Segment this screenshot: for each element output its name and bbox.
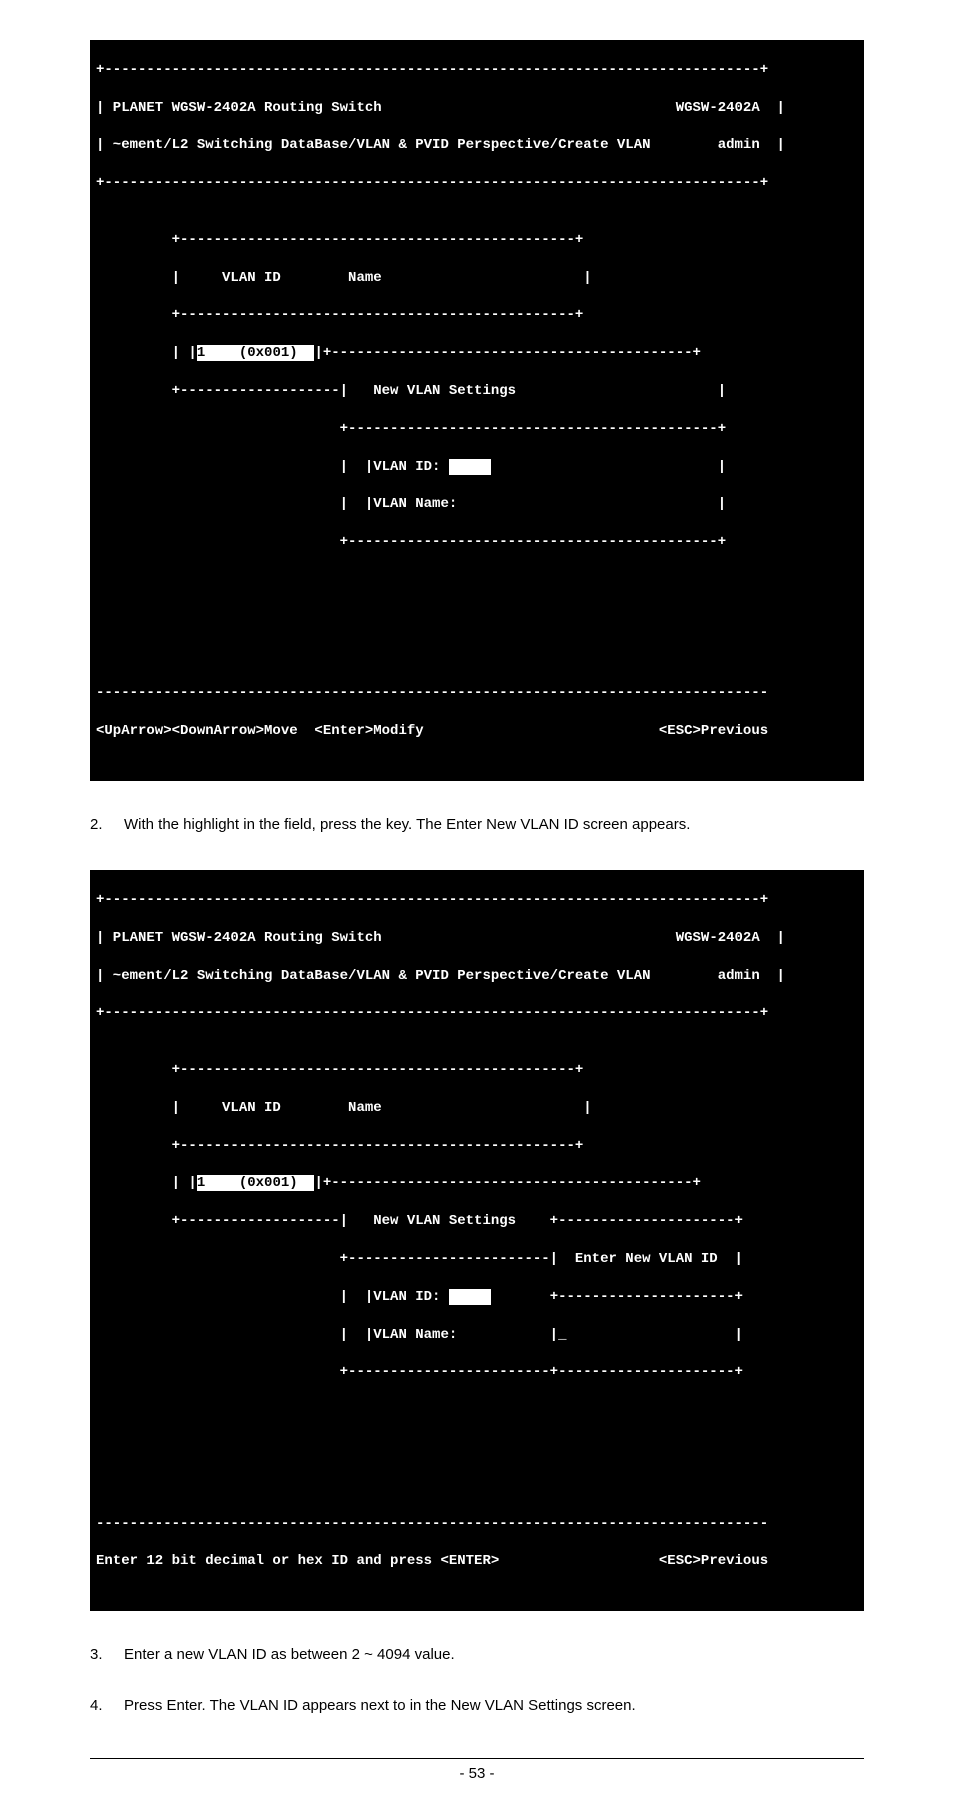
term1-vlanid-label: | |VLAN ID: bbox=[96, 459, 440, 475]
step-2-text-b: field, press the bbox=[284, 816, 386, 833]
term1-settings-end: +---------------------------------------… bbox=[96, 533, 858, 552]
term2-row1-pre: | | bbox=[96, 1175, 197, 1191]
step-3: 3. Enter a new VLAN ID as between 2 ~ 40… bbox=[90, 1639, 864, 1671]
terminal-screenshot-2: +---------------------------------------… bbox=[90, 870, 864, 1611]
term1-vlanid: | |VLAN ID: | bbox=[96, 458, 858, 477]
step-3-num: 3. bbox=[90, 1639, 124, 1671]
terminal-screenshot-1: +---------------------------------------… bbox=[90, 40, 864, 781]
step-2-num: 2. bbox=[90, 809, 124, 841]
term1-header-2-left: | ~ement/L2 Switching DataBase/VLAN & PV… bbox=[96, 137, 651, 153]
term1-vlanid-post: | bbox=[491, 459, 726, 475]
term1-footer-right: <ESC>Previous bbox=[659, 723, 768, 739]
step-2-text-a: With the highlight in the bbox=[124, 816, 284, 833]
term2-row1-post: |+--------------------------------------… bbox=[314, 1175, 700, 1191]
step-2-text-c: key. The Enter New VLAN ID screen appear… bbox=[386, 816, 691, 833]
term2-header-2-right: admin | bbox=[718, 968, 785, 984]
footer-rule bbox=[90, 1758, 864, 1759]
term2-sep: +---------------------------------------… bbox=[96, 1004, 858, 1023]
term2-settings: +-------------------| New VLAN Settings … bbox=[96, 1212, 858, 1231]
term2-header-2-left: | ~ement/L2 Switching DataBase/VLAN & PV… bbox=[96, 968, 651, 984]
term2-cols: | VLAN ID Name | bbox=[96, 1099, 858, 1118]
term1-header-2-right: admin | bbox=[718, 137, 785, 153]
term1-settings: +-------------------| New VLAN Settings … bbox=[96, 382, 858, 401]
page-number: - 53 - bbox=[90, 1765, 864, 1782]
term2-footer-left: Enter 12 bit decimal or hex ID and press… bbox=[96, 1553, 499, 1569]
step-4: 4. Press Enter. The VLAN ID appears next… bbox=[90, 1690, 864, 1722]
term2-border-top: +---------------------------------------… bbox=[96, 891, 858, 910]
term2-footer-right: <ESC>Previous bbox=[659, 1553, 768, 1569]
term1-row1-highlight: 1 (0x001) bbox=[197, 345, 315, 361]
term1-header-1-right: WGSW-2402A | bbox=[676, 100, 785, 116]
term2-vlanid-label: | |VLAN ID: bbox=[96, 1289, 440, 1305]
term1-sep: +---------------------------------------… bbox=[96, 174, 858, 193]
term2-row1-highlight: 1 (0x001) bbox=[197, 1175, 315, 1191]
term2-header-1-left: | PLANET WGSW-2402A Routing Switch bbox=[96, 930, 382, 946]
term2-vlanname: | |VLAN Name: |_ | bbox=[96, 1326, 858, 1345]
term1-row1: | |1 (0x001) |+-------------------------… bbox=[96, 344, 858, 363]
step-4-text: Press Enter. The VLAN ID appears next to… bbox=[124, 1690, 864, 1722]
term1-footer-left: <UpArrow><DownArrow>Move <Enter>Modify bbox=[96, 723, 424, 739]
term1-foot-sep: ----------------------------------------… bbox=[96, 684, 858, 703]
step-3-text: Enter a new VLAN ID as between 2 ~ 4094 … bbox=[124, 1639, 864, 1671]
step-4-text-b: in the New VLAN Settings screen. bbox=[410, 1697, 636, 1714]
step-4-text-a: Press Enter. The VLAN ID appears next to bbox=[124, 1697, 410, 1714]
term2-header-2: | ~ement/L2 Switching DataBase/VLAN & PV… bbox=[96, 967, 858, 986]
term1-cols: | VLAN ID Name | bbox=[96, 269, 858, 288]
step-4-num: 4. bbox=[90, 1690, 124, 1722]
term2-cols-sep: +---------------------------------------… bbox=[96, 1137, 858, 1156]
term1-cols-sep: +---------------------------------------… bbox=[96, 306, 858, 325]
term1-footer: <UpArrow><DownArrow>Move <Enter>Modify <… bbox=[96, 722, 858, 741]
term1-header-1-left: | PLANET WGSW-2402A Routing Switch bbox=[96, 100, 382, 116]
term1-header-2: | ~ement/L2 Switching DataBase/VLAN & PV… bbox=[96, 136, 858, 155]
term2-enter-new: +------------------------| Enter New VLA… bbox=[96, 1250, 858, 1269]
term1-vlanname: | |VLAN Name: | bbox=[96, 495, 858, 514]
term1-vlanid-highlight bbox=[449, 459, 491, 475]
term1-border-top: +---------------------------------------… bbox=[96, 61, 858, 80]
term2-header-1-right: WGSW-2402A | bbox=[676, 930, 785, 946]
term1-row1-post: |+--------------------------------------… bbox=[314, 345, 700, 361]
term2-footer: Enter 12 bit decimal or hex ID and press… bbox=[96, 1552, 858, 1571]
term2-inner-top: +---------------------------------------… bbox=[96, 1061, 858, 1080]
term2-settings-end: +------------------------+--------------… bbox=[96, 1363, 858, 1382]
term2-vlanid-post: +---------------------+ bbox=[491, 1289, 743, 1305]
term2-vlanid: | |VLAN ID: +---------------------+ bbox=[96, 1288, 858, 1307]
term1-header-1: | PLANET WGSW-2402A Routing Switch WGSW-… bbox=[96, 99, 858, 118]
term1-settings-sep: +---------------------------------------… bbox=[96, 420, 858, 439]
step-2: 2. With the highlight in the field, pres… bbox=[90, 809, 864, 841]
term2-foot-sep: ----------------------------------------… bbox=[96, 1515, 858, 1534]
step-2-text: With the highlight in the field, press t… bbox=[124, 809, 864, 841]
term1-row1-pre: | | bbox=[96, 345, 197, 361]
term2-row1: | |1 (0x001) |+-------------------------… bbox=[96, 1174, 858, 1193]
term2-header-1: | PLANET WGSW-2402A Routing Switch WGSW-… bbox=[96, 929, 858, 948]
term2-vlanid-highlight bbox=[449, 1289, 491, 1305]
term1-inner-top: +---------------------------------------… bbox=[96, 231, 858, 250]
